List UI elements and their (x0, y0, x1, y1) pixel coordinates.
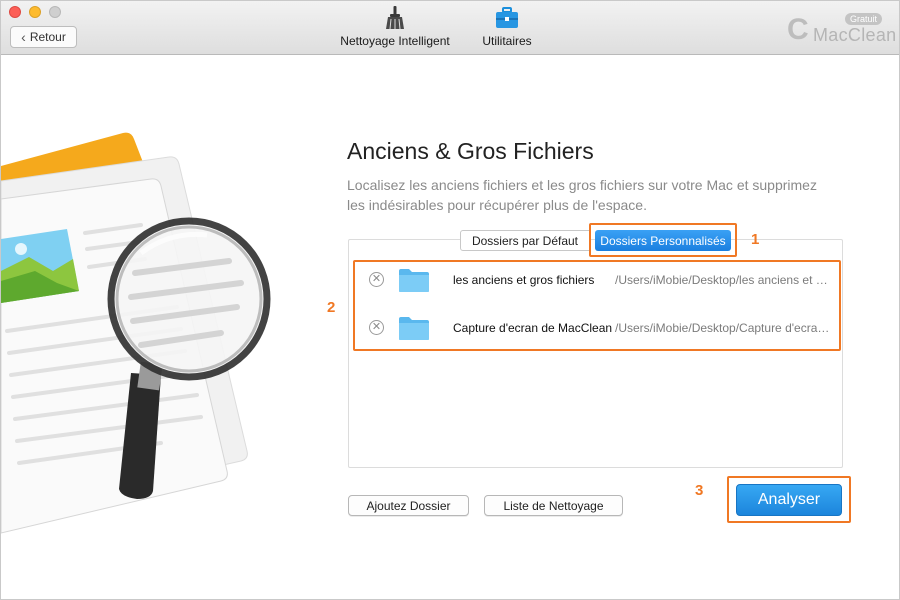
close-window-button[interactable] (9, 6, 21, 18)
annotation-step-1: 1 (751, 231, 760, 248)
minimize-window-button[interactable] (29, 6, 41, 18)
brand-logo: C MacClean Gratuit (787, 13, 897, 47)
page-description: Localisez les anciens fichiers et les gr… (347, 177, 817, 213)
back-button-label: Retour (29, 30, 66, 44)
chevron-left-icon: ‹ (21, 29, 26, 45)
zoom-window-button[interactable] (49, 6, 61, 18)
brand-name: MacClean (813, 25, 897, 45)
tab-dossiers-par-defaut[interactable]: Dossiers par Défaut (460, 230, 590, 251)
toolbar-utilitaires-label: Utilitaires (482, 34, 532, 48)
broom-icon (382, 5, 408, 31)
clean-list-button[interactable]: Liste de Nettoyage (484, 495, 623, 516)
page-title: Anciens & Gros Fichiers (347, 138, 594, 164)
toolbar-nettoyage-label: Nettoyage Intelligent (340, 34, 450, 48)
toolbar-utilitaires[interactable]: Utilitaires (477, 5, 537, 48)
annotation-highlight-1 (589, 223, 737, 257)
analyze-button[interactable]: Analyser (736, 484, 842, 516)
toolbox-icon (494, 5, 520, 31)
title-bar: ‹ Retour Nettoyage Intelligent Utilitair… (1, 1, 899, 55)
toolbar-nettoyage-intelligent[interactable]: Nettoyage Intelligent (340, 5, 450, 48)
annotation-step-2: 2 (327, 299, 336, 316)
annotation-step-3: 3 (695, 482, 704, 499)
app-window: ‹ Retour Nettoyage Intelligent Utilitair… (0, 0, 900, 600)
brand-badge: Gratuit (845, 13, 883, 25)
add-folder-button[interactable]: Ajoutez Dossier (348, 495, 469, 516)
back-button[interactable]: ‹ Retour (10, 26, 77, 48)
documents-magnifier-illustration (1, 121, 291, 541)
macclean-logo-icon: C (787, 13, 809, 46)
annotation-highlight-2 (353, 260, 841, 351)
